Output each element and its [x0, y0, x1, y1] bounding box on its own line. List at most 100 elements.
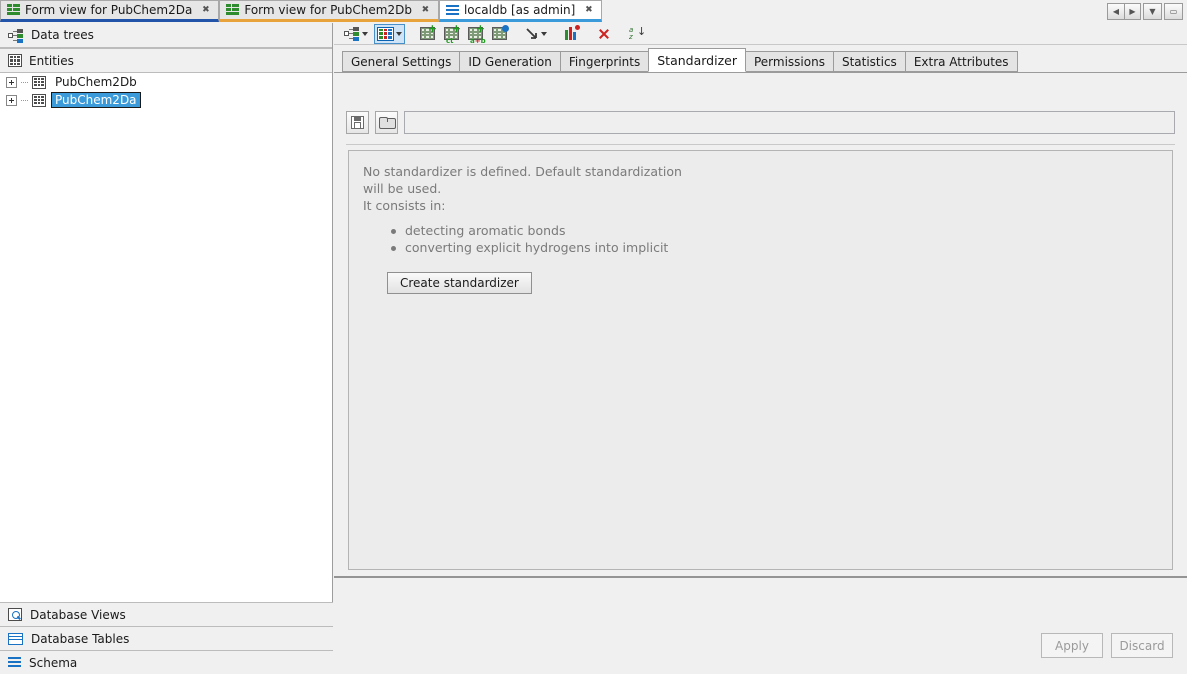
chevron-down-icon[interactable] [541, 32, 547, 36]
window-tab-form-view-b[interactable]: Form view for PubChem2Db ✖ [219, 0, 439, 22]
relation-button[interactable] [522, 24, 550, 44]
standardizer-message-secondary: It consists in: [363, 197, 703, 214]
sidebar-section-data-trees[interactable]: Data trees [0, 23, 332, 48]
tab-statistics[interactable]: Statistics [833, 51, 906, 72]
list-item: detecting aromatic bonds [391, 222, 1158, 239]
apply-button[interactable]: Apply [1041, 633, 1103, 658]
tab-label: Statistics [842, 55, 897, 69]
green-table-icon [7, 4, 20, 16]
table-plus-ct-icon: + ct [444, 27, 459, 40]
delete-button[interactable] [594, 24, 613, 44]
tab-extra-attributes[interactable]: Extra Attributes [905, 51, 1018, 72]
sort-button[interactable]: a z ↓ [625, 24, 646, 44]
open-standardizer-button[interactable] [375, 111, 398, 134]
sidebar-item-schema[interactable]: Schema [0, 650, 333, 674]
chevron-down-icon[interactable] [362, 32, 368, 36]
list-item: converting explicit hydrogens into impli… [391, 239, 1158, 256]
data-tree-icon [344, 27, 360, 40]
table-plus-icon: + [420, 27, 435, 40]
main-panel: + + ct + a+b [334, 23, 1187, 674]
statistics-button[interactable] [562, 24, 582, 44]
entities-grid-button[interactable] [374, 24, 405, 44]
tab-permissions[interactable]: Permissions [745, 51, 834, 72]
green-table-icon [226, 4, 239, 16]
standardizer-path-input[interactable] [404, 111, 1175, 134]
folder-icon [379, 117, 394, 129]
tab-label: Extra Attributes [914, 55, 1009, 69]
arrow-diagonal-icon [525, 27, 539, 41]
close-icon[interactable]: ✖ [583, 5, 594, 15]
table-info-button[interactable] [489, 24, 510, 44]
tab-label: Standardizer [657, 53, 737, 68]
tab-standardizer[interactable]: Standardizer [648, 48, 746, 72]
grid-icon [8, 54, 22, 67]
settings-tab-bar: General Settings ID Generation Fingerpri… [334, 50, 1187, 73]
table-dot-icon [492, 27, 507, 40]
red-x-icon [597, 27, 610, 40]
tree-connector [21, 82, 28, 83]
sidebar-section-label: Data trees [31, 28, 94, 42]
footer-button-group: Apply Discard [1041, 633, 1173, 658]
tab-prev-button[interactable]: ◀ [1107, 3, 1124, 20]
tree-item-pubchem2da[interactable]: PubChem2Da [0, 91, 332, 109]
discard-button[interactable]: Discard [1111, 633, 1173, 658]
standardizer-step-list: detecting aromatic bonds converting expl… [391, 222, 1158, 256]
data-tree-icon [8, 29, 24, 42]
blue-grid-icon [377, 27, 394, 41]
new-ct-entity-button[interactable]: + ct [441, 24, 462, 44]
window-tab-controls: ◀ ▶ ▼ ▭ [1103, 0, 1187, 22]
restore-window-button[interactable]: ▭ [1164, 3, 1183, 20]
window-tab-form-view-a[interactable]: Form view for PubChem2Da ✖ [0, 0, 219, 22]
sidebar-section-label: Entities [29, 54, 74, 68]
tab-general-settings[interactable]: General Settings [342, 51, 460, 72]
tree-connector [21, 100, 28, 101]
tab-list-dropdown-button[interactable]: ▼ [1143, 3, 1162, 20]
window-tab-label: Form view for PubChem2Da [25, 3, 192, 17]
tab-nav-pair: ◀ ▶ [1107, 3, 1141, 20]
new-entity-button[interactable]: + [417, 24, 438, 44]
table-icon [8, 633, 23, 645]
sidebar-section-entities[interactable]: Entities [0, 48, 332, 73]
table-plus-ab-icon: + a+b [468, 27, 483, 40]
sidebar-item-database-views[interactable]: Database Views [0, 602, 333, 626]
create-standardizer-button[interactable]: Create standardizer [387, 272, 532, 294]
tab-id-generation[interactable]: ID Generation [459, 51, 561, 72]
close-icon[interactable]: ✖ [200, 5, 211, 15]
tab-label: General Settings [351, 55, 451, 69]
tab-next-button[interactable]: ▶ [1124, 3, 1141, 20]
data-tree-button[interactable] [341, 24, 371, 44]
tab-label: ID Generation [468, 55, 552, 69]
search-icon [8, 608, 22, 621]
tab-fingerprints[interactable]: Fingerprints [560, 51, 649, 72]
entity-toolbar: + + ct + a+b [334, 23, 1187, 45]
bar-chart-icon [565, 27, 579, 40]
sidebar-item-label: Database Views [30, 608, 126, 622]
divider [346, 144, 1175, 145]
sidebar-item-database-tables[interactable]: Database Tables [0, 626, 333, 650]
standardizer-file-row [346, 111, 1175, 134]
window-tab-label: Form view for PubChem2Db [244, 3, 412, 17]
tree-item-pubchem2db[interactable]: PubChem2Db [0, 73, 332, 91]
standardizer-content-box: No standardizer is defined. Default stan… [348, 150, 1173, 570]
expand-icon[interactable] [6, 77, 17, 88]
window-tab-localdb[interactable]: localdb [as admin] ✖ [439, 0, 602, 22]
sidebar-item-label: Schema [29, 656, 77, 670]
panel-footer: Apply Discard [334, 576, 1187, 674]
window-tab-label: localdb [as admin] [464, 3, 575, 17]
tab-bar-spacer [602, 0, 1103, 22]
tree-item-label: PubChem2Db [52, 75, 140, 89]
save-icon [351, 116, 364, 129]
left-sidebar: Data trees Entities PubChem2Db PubChem2 [0, 23, 333, 674]
grid-icon [32, 94, 46, 107]
close-icon[interactable]: ✖ [420, 5, 431, 15]
grid-icon [32, 76, 46, 89]
save-standardizer-button[interactable] [346, 111, 369, 134]
entity-tree: PubChem2Db PubChem2Da [0, 73, 332, 598]
expand-icon[interactable] [6, 95, 17, 106]
standardizer-message-primary: No standardizer is defined. Default stan… [363, 163, 703, 197]
new-ab-entity-button[interactable]: + a+b [465, 24, 486, 44]
sort-az-icon: a z ↓ [628, 27, 643, 41]
tab-label: Fingerprints [569, 55, 640, 69]
hamburger-blue-icon [446, 5, 459, 16]
chevron-down-icon[interactable] [396, 32, 402, 36]
